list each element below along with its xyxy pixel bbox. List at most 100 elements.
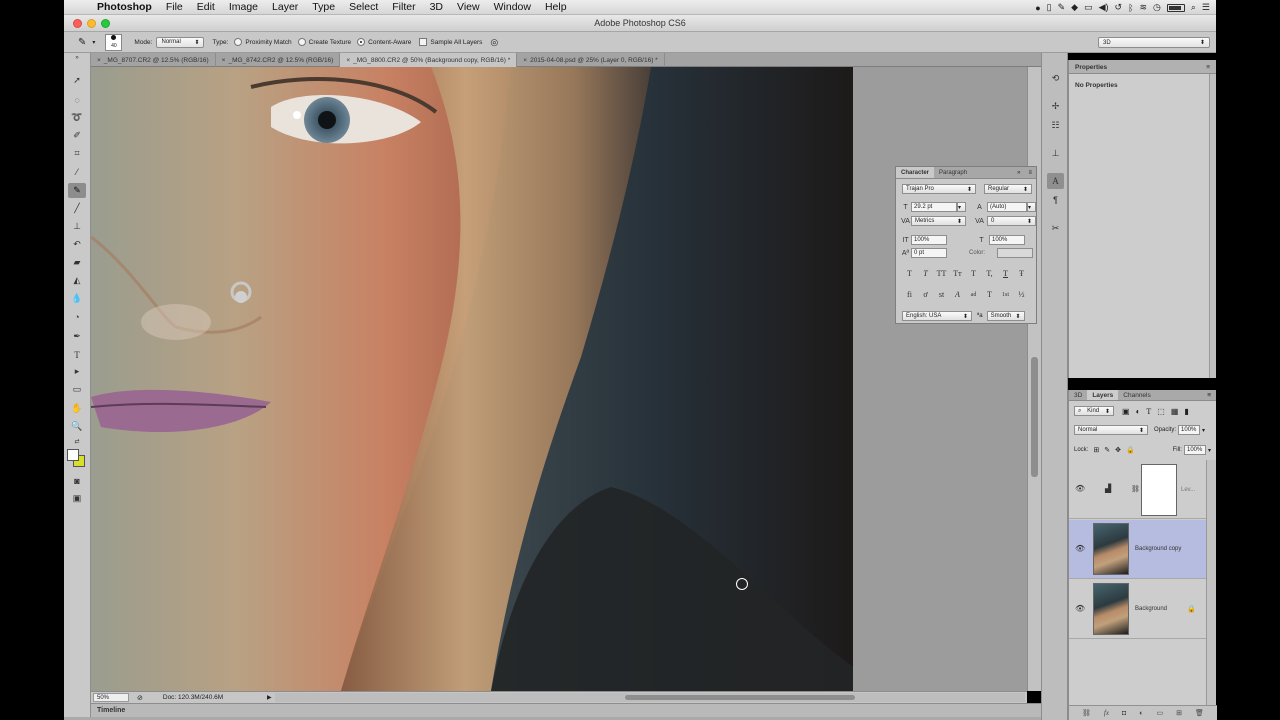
brush-tool-icon[interactable]: ╱ — [68, 201, 86, 216]
doc-tab-3-active[interactable]: × _MG_8800.CR2 @ 50% (Background copy, RG… — [340, 53, 518, 67]
document-icon[interactable]: ▯ — [1047, 2, 1052, 13]
close-tab-icon[interactable]: × — [97, 57, 101, 64]
panel-menu-icon[interactable]: ≡ — [1206, 64, 1210, 71]
layers-scrollbar[interactable] — [1206, 460, 1216, 705]
close-tab-icon[interactable]: × — [222, 57, 226, 64]
layer-row-levels[interactable]: 👁 ▟ ⛓ Lev... — [1069, 460, 1207, 519]
filter-type-icon[interactable]: T — [1146, 407, 1151, 416]
tab-paragraph[interactable]: Paragraph — [934, 167, 972, 178]
swap-colors-icon[interactable]: ⇄ — [68, 434, 86, 449]
ligature-button[interactable]: fi — [904, 290, 915, 299]
layer-filter-kind-select[interactable]: ⌕ Kind ⬍ — [1074, 406, 1114, 416]
superscript-button[interactable]: T — [968, 269, 979, 278]
titling-alternates-button[interactable]: ad — [968, 292, 979, 298]
menu-view[interactable]: View — [450, 1, 487, 13]
doc-tab-1[interactable]: × _MG_8707.CR2 @ 12.5% (RGB/16) — [91, 53, 216, 67]
paragraph-panel-icon[interactable]: ¶ — [1047, 192, 1064, 208]
time-machine-icon[interactable]: ↺ — [1115, 2, 1123, 13]
layer-name[interactable]: Background — [1135, 606, 1167, 612]
faux-bold-button[interactable]: T — [904, 269, 915, 278]
strikethrough-button[interactable]: Ŧ — [1016, 269, 1027, 278]
eyedropper-tool-icon[interactable]: ⁄ — [68, 164, 86, 179]
layer-style-icon[interactable]: fx — [1104, 709, 1109, 717]
horizontal-scrollbar-thumb[interactable] — [625, 695, 855, 700]
status-info-icon[interactable]: ⊘ — [137, 694, 143, 702]
tool-preset-dropdown-icon[interactable]: ▾ — [92, 39, 95, 46]
status-menu-arrow-icon[interactable]: ▶ — [267, 694, 272, 701]
new-group-icon[interactable]: ▭ — [1157, 709, 1164, 717]
menu-filter[interactable]: Filter — [385, 1, 422, 13]
ornaments-button[interactable]: T — [984, 290, 995, 299]
close-tab-icon[interactable]: × — [346, 57, 350, 64]
ink-icon[interactable]: ✎ — [1058, 2, 1066, 13]
portrait-photo[interactable] — [91, 67, 853, 691]
blur-tool-icon[interactable]: 💧 — [68, 291, 86, 306]
canvas-area[interactable] — [91, 67, 1041, 691]
notification-center-icon[interactable]: ☰ — [1202, 2, 1210, 13]
horizontal-scale-field[interactable]: 100% — [989, 235, 1025, 245]
tool-presets-panel-icon[interactable]: ✂ — [1047, 220, 1064, 236]
menu-layer[interactable]: Layer — [265, 1, 305, 13]
menu-type[interactable]: Type — [305, 1, 342, 13]
blend-mode-select[interactable]: Normal ⬍ — [1074, 425, 1148, 435]
underline-button[interactable]: T — [1000, 269, 1011, 278]
tracking-select[interactable]: 0 ⬍ — [987, 216, 1036, 226]
tab-character[interactable]: Character — [896, 167, 935, 178]
brush-picker[interactable]: 40 — [105, 33, 123, 51]
lock-image-icon[interactable]: ✎ — [1104, 446, 1110, 454]
font-family-select[interactable]: Trajan Pro ⬍ — [902, 184, 976, 194]
type-tool-icon[interactable]: T — [68, 347, 86, 362]
small-caps-button[interactable]: Tт — [952, 269, 963, 278]
clone-stamp-tool-icon[interactable]: ⊥ — [68, 219, 86, 234]
fractions-button[interactable]: ½ — [1016, 290, 1027, 299]
layer-name[interactable]: Background copy — [1135, 546, 1181, 552]
dropbox-icon[interactable]: ◆ — [1071, 2, 1078, 13]
zoom-tool-icon[interactable]: 🔍 — [68, 419, 86, 434]
menu-window[interactable]: Window — [487, 1, 538, 13]
font-size-dropdown-icon[interactable]: ▾ — [957, 202, 966, 212]
layer-name[interactable]: Lev... — [1181, 487, 1195, 493]
baseline-shift-field[interactable]: 0 pt — [911, 248, 947, 258]
pen-tool-icon[interactable]: ✒ — [68, 329, 86, 344]
chain-link-icon[interactable]: ⛓ — [1131, 485, 1140, 493]
eye-icon[interactable]: 👁 — [1075, 484, 1085, 493]
battery-icon[interactable] — [1166, 3, 1185, 12]
tab-layers[interactable]: Layers — [1087, 390, 1119, 400]
properties-header[interactable]: Properties ≡ — [1069, 60, 1216, 74]
adjustments-panel-icon[interactable]: ☷ — [1047, 117, 1064, 133]
clone-source-panel-icon[interactable]: ⊥ — [1047, 145, 1064, 161]
tab-3d[interactable]: 3D — [1069, 390, 1087, 400]
faux-italic-button[interactable]: T — [920, 269, 931, 278]
wifi-icon[interactable]: ≋ — [1139, 2, 1147, 13]
foreground-color-swatch[interactable] — [67, 449, 79, 461]
volume-icon[interactable]: ◀) — [1099, 2, 1109, 13]
language-select[interactable]: English: USA ⬍ — [902, 311, 972, 321]
brush-presets-panel-icon[interactable]: ✢ — [1047, 98, 1064, 114]
filter-shape-icon[interactable]: ⬚ — [1157, 407, 1165, 416]
filter-toggle-icon[interactable]: ▮ — [1184, 407, 1188, 416]
gradient-tool-icon[interactable]: ◭ — [68, 273, 86, 288]
close-tab-icon[interactable]: × — [523, 57, 527, 64]
panel-menu-icon[interactable]: ≡ — [1202, 390, 1216, 400]
layer-row-background[interactable]: 👁 Background 🔒 — [1069, 580, 1207, 639]
type-proximity-match[interactable]: Proximity Match — [234, 38, 292, 46]
crop-tool-icon[interactable]: ⌗ — [68, 146, 86, 161]
leading-field[interactable]: (Auto) — [987, 202, 1027, 212]
stylistic-alternates-button[interactable]: st — [936, 290, 947, 299]
sample-all-layers-checkbox[interactable]: Sample All Layers — [419, 38, 482, 46]
lock-transparent-icon[interactable]: ⊞ — [1093, 446, 1099, 454]
character-panel-icon[interactable]: A — [1047, 173, 1064, 189]
spot-healing-brush-tool-icon[interactable]: ✎ — [68, 183, 86, 198]
all-caps-button[interactable]: TT — [936, 269, 947, 278]
marquee-tool-icon[interactable]: ◌ — [68, 92, 86, 107]
fill-dropdown-icon[interactable]: ▾ — [1208, 447, 1211, 454]
type-create-texture[interactable]: Create Texture — [297, 38, 351, 46]
path-selection-tool-icon[interactable]: ▸ — [68, 364, 86, 379]
ordinals-button[interactable]: 1st — [1000, 292, 1011, 298]
filter-adjustment-icon[interactable]: ◐ — [1136, 407, 1141, 416]
text-color-swatch[interactable] — [997, 248, 1033, 258]
opacity-dropdown-icon[interactable]: ▾ — [1202, 427, 1205, 434]
timeline-panel-bar[interactable]: Timeline — [91, 703, 1041, 717]
eye-icon[interactable]: 👁 — [1075, 604, 1085, 613]
vertical-scale-field[interactable]: 100% — [911, 235, 947, 245]
